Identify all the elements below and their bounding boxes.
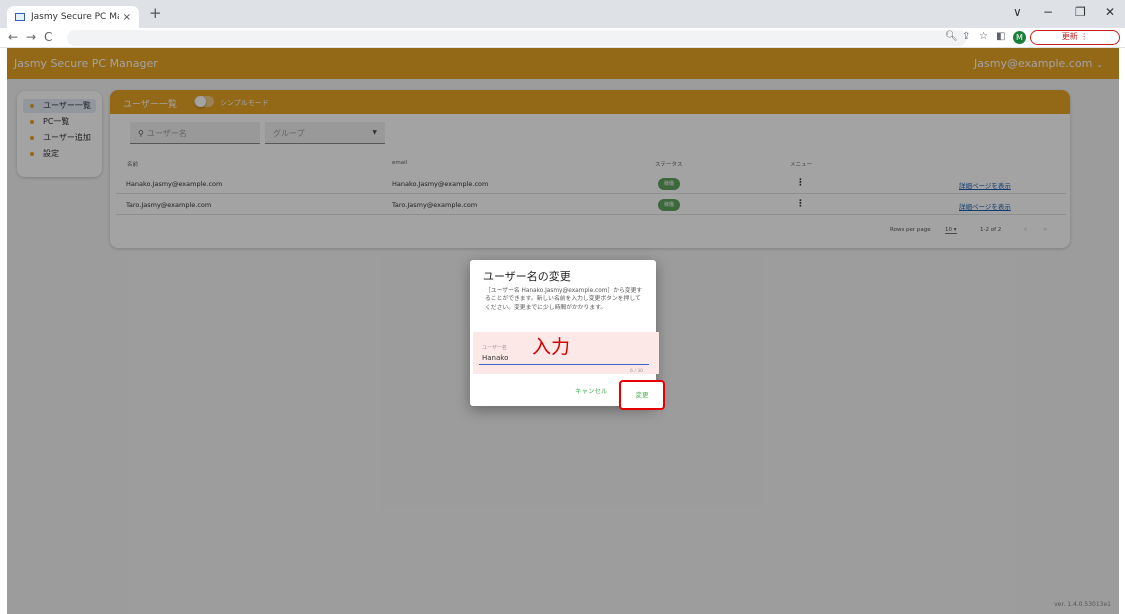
browser-tab[interactable]: Jasmy Secure PC Manager × xyxy=(7,6,139,28)
back-icon[interactable]: ← xyxy=(8,30,18,44)
browser-tab-bar: Jasmy Secure PC Manager × + ∨ − ❐ ✕ xyxy=(0,0,1125,28)
change-button[interactable]: 変更 xyxy=(619,380,665,410)
new-tab-button[interactable]: + xyxy=(149,4,162,22)
browser-toolbar: ← → C 🔍︎ ⇪ ☆ ◧ M 更新 ⋮ xyxy=(0,28,1125,48)
address-bar[interactable] xyxy=(67,30,967,46)
rename-user-dialog: ユーザー名の変更 ［ユーザー名 Hanako.Jasmy@example.com… xyxy=(470,260,665,410)
reload-icon[interactable]: C xyxy=(44,30,52,44)
dialog-description: ［ユーザー名 Hanako.Jasmy@example.com］から変更すること… xyxy=(485,288,643,311)
username-field-highlight: ユーザー名 入力 6 / 30 xyxy=(473,332,659,374)
forward-icon[interactable]: → xyxy=(26,30,36,44)
input-annotation: 入力 xyxy=(532,336,571,358)
favicon-icon xyxy=(15,13,25,21)
tab-search-icon[interactable]: ∨ xyxy=(1013,5,1022,19)
dialog-title: ユーザー名の変更 xyxy=(483,270,571,283)
close-window-button[interactable]: ✕ xyxy=(1105,5,1115,19)
profile-avatar[interactable]: M xyxy=(1013,31,1026,44)
username-field-label: ユーザー名 xyxy=(482,345,507,351)
update-button[interactable]: 更新 ⋮ xyxy=(1030,30,1120,45)
cancel-button[interactable]: キャンセル xyxy=(575,385,608,395)
app-window: Jasmy Secure PC Manager Jasmy@example.co… xyxy=(7,48,1119,614)
bookmark-star-icon[interactable]: ☆ xyxy=(979,31,988,42)
zoom-icon[interactable]: 🔍︎ xyxy=(945,31,958,42)
side-panel-icon[interactable]: ◧ xyxy=(996,31,1005,42)
minimize-button[interactable]: − xyxy=(1043,5,1053,19)
share-icon[interactable]: ⇪ xyxy=(962,31,970,42)
maximize-button[interactable]: ❐ xyxy=(1075,5,1086,19)
char-counter: 6 / 30 xyxy=(630,369,643,374)
tab-close-icon[interactable]: × xyxy=(123,12,131,23)
tab-title: Jasmy Secure PC Manager xyxy=(31,12,119,22)
